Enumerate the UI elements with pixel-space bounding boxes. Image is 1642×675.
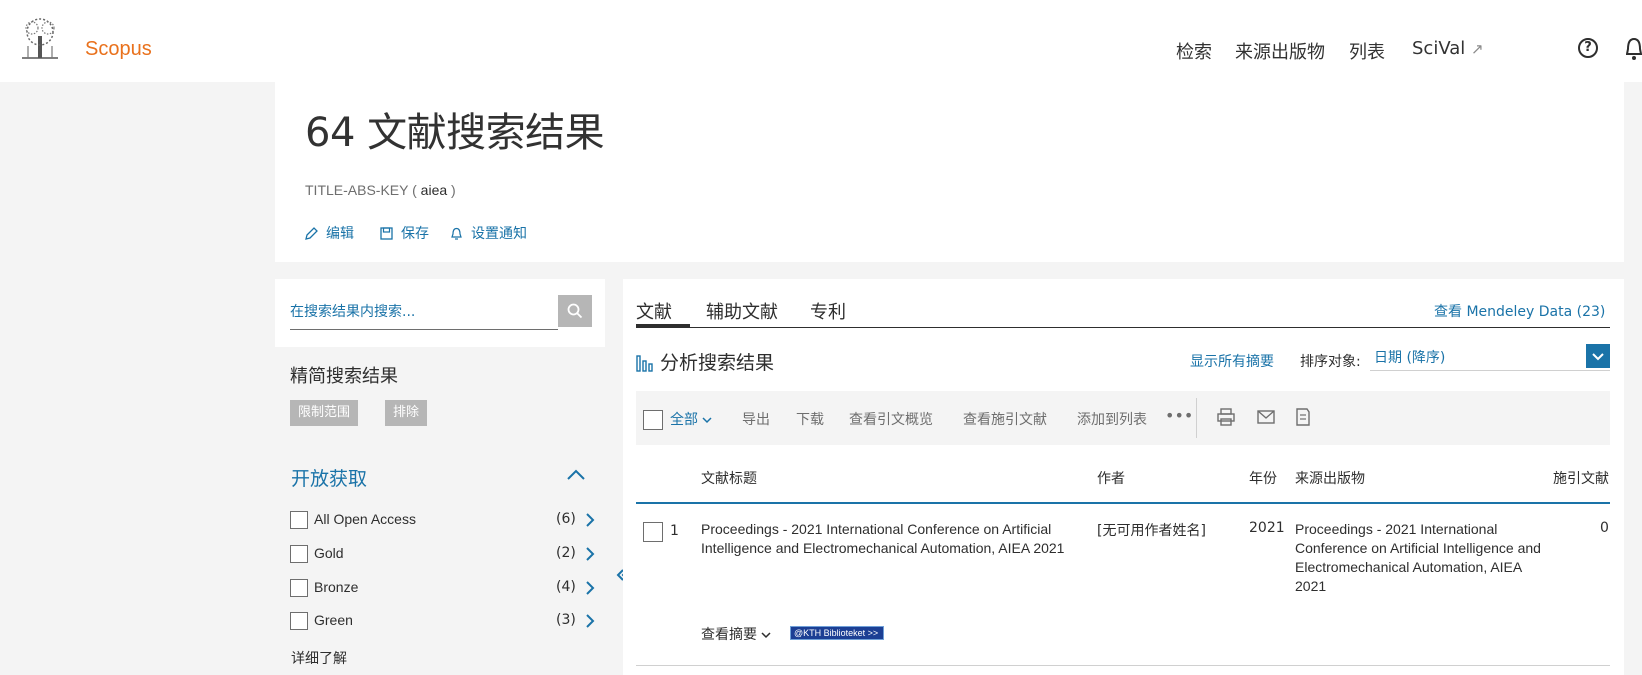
tab-secondary-documents[interactable]: 辅助文献 [706,298,778,324]
column-header-source[interactable]: 来源出版物 [1295,468,1365,488]
filter-all-open-access[interactable]: All Open Access (6) [290,509,600,533]
set-alert-label: 设置通知 [471,226,527,242]
query-term: aiea [420,182,448,198]
learn-more-link[interactable]: 详细了解 [291,648,347,668]
document-authors: [无可用作者姓名] [1097,523,1206,539]
search-icon [567,303,583,318]
nav-scival-label: SciVal [1412,38,1466,59]
checkbox[interactable] [290,511,308,529]
analyze-results-link[interactable]: 分析搜索结果 [636,348,774,375]
show-all-abstracts-link[interactable]: 显示所有摘要 [1190,351,1274,371]
limit-to-button[interactable]: 限制范围 [290,400,359,426]
tab-documents[interactable]: 文献 [636,298,672,324]
document-cited-by[interactable]: 0 [1600,520,1609,536]
search-query: TITLE-ABS-KEY ( aiea ) [305,182,456,198]
document-source-link[interactable]: Proceedings - 2021 International Confere… [1295,520,1545,596]
filter-label: Bronze [314,579,359,595]
add-to-list-button[interactable]: 添加到列表 [1077,409,1147,429]
sort-label: 排序对象: [1300,354,1361,370]
select-all-dropdown[interactable]: 全部 [670,409,712,429]
row-number: 1 [670,523,679,539]
citation-overview-button[interactable]: 查看引文概览 [849,409,933,429]
nav-sources[interactable]: 来源出版物 [1235,38,1325,64]
page-title: 64 文献搜索结果 [305,110,605,156]
save-label: 保存 [401,226,429,242]
chevron-right-icon[interactable] [584,546,596,562]
filter-label: Gold [314,545,344,561]
set-alert-button[interactable]: 设置通知 [450,223,527,243]
filter-green[interactable]: Green (3) [290,610,600,634]
nav-scival[interactable]: SciVal ↗ [1412,38,1484,59]
chevron-down-icon[interactable] [1586,344,1610,368]
elsevier-logo[interactable] [14,16,66,64]
chevron-up-icon[interactable] [565,466,587,484]
exclude-button[interactable]: 排除 [385,400,428,426]
chevron-down-icon [761,632,771,639]
view-abstract-label: 查看摘要 [701,627,757,643]
filter-gold[interactable]: Gold (2) [290,543,600,567]
query-field: TITLE-ABS-KEY ( [305,182,417,198]
bibliography-icon[interactable] [1293,408,1313,426]
open-access-title[interactable]: 开放获取 [291,464,367,491]
document-year: 2021 [1249,520,1285,536]
column-header-title[interactable]: 文献标题 [701,468,757,488]
sort-select[interactable]: 日期 (降序) [1370,341,1610,371]
nav-lists[interactable]: 列表 [1349,38,1385,64]
email-icon[interactable] [1256,408,1276,426]
bar-chart-icon [636,355,653,372]
tab-patents[interactable]: 专利 [810,298,846,324]
save-button[interactable]: 保存 [380,223,429,243]
checkbox[interactable] [290,612,308,630]
column-header-cited-by[interactable]: 施引文献 [1553,468,1609,488]
chevron-down-icon [702,417,712,424]
pencil-icon [305,227,318,240]
search-within-button[interactable] [558,295,592,327]
download-button[interactable]: 下载 [796,409,824,429]
view-abstract-toggle[interactable]: 查看摘要 [701,624,771,644]
toolbar-divider [1196,398,1197,438]
filter-count: (3) [556,612,576,628]
select-all-label: 全部 [670,412,698,428]
tabs-divider [636,327,1610,328]
filter-bronze[interactable]: Bronze (4) [290,577,600,601]
row-divider [636,665,1610,666]
table-header-divider [636,502,1610,504]
mendeley-data-link[interactable]: 查看 Mendeley Data (23) [1434,301,1605,321]
cited-by-button[interactable]: 查看施引文献 [963,409,1047,429]
analyze-label: 分析搜索结果 [660,352,775,374]
top-bar [0,0,1642,82]
filter-label: All Open Access [314,511,416,527]
query-close: ) [451,182,456,198]
scopus-brand[interactable]: Scopus [85,38,152,61]
column-header-year[interactable]: 年份 [1249,468,1277,488]
checkbox[interactable] [290,579,308,597]
filter-count: (4) [556,579,576,595]
filter-label: Green [314,612,353,628]
bell-outline-icon [451,227,462,240]
nav-search[interactable]: 检索 [1176,38,1212,64]
external-link-icon: ↗ [1471,40,1484,58]
search-within-input[interactable] [290,294,558,330]
edit-button[interactable]: 编辑 [305,223,354,243]
refine-results-title: 精简搜索结果 [290,366,398,387]
row-checkbox[interactable] [643,522,663,542]
checkbox[interactable] [290,545,308,563]
sort-value: 日期 (降序) [1374,350,1446,366]
print-icon[interactable] [1216,408,1236,426]
help-icon[interactable]: ? [1578,38,1598,58]
kth-library-link[interactable]: @KTH Biblioteket >> [790,626,884,640]
save-icon [380,227,393,240]
filter-count: (6) [556,511,576,527]
edit-label: 编辑 [326,226,354,242]
bell-icon[interactable] [1626,36,1642,62]
filter-count: (2) [556,545,576,561]
chevron-right-icon[interactable] [584,580,596,596]
chevron-right-icon[interactable] [584,613,596,629]
more-options-button[interactable]: ••• [1165,406,1193,425]
column-header-authors[interactable]: 作者 [1097,468,1125,488]
export-button[interactable]: 导出 [742,409,770,429]
chevron-right-icon[interactable] [584,512,596,528]
select-all-checkbox[interactable] [643,410,663,430]
document-title-link[interactable]: Proceedings - 2021 International Confere… [701,520,1076,558]
